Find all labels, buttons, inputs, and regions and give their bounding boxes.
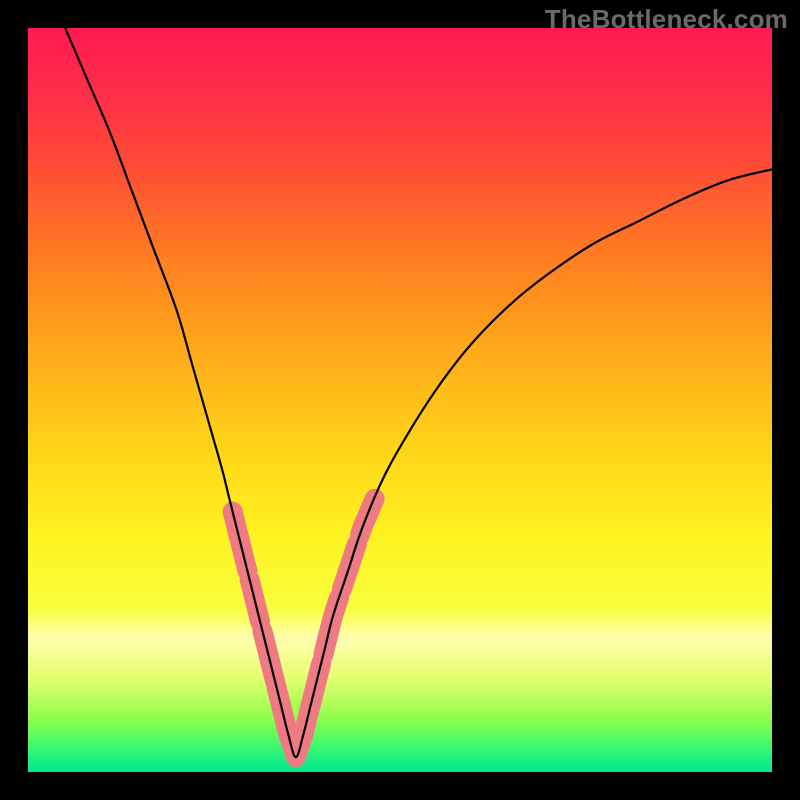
watermark-text: TheBottleneck.com <box>545 4 788 35</box>
gradient-background <box>28 28 772 772</box>
chart-svg <box>28 28 772 772</box>
frame: TheBottleneck.com <box>0 0 800 800</box>
plot-area <box>28 28 772 772</box>
